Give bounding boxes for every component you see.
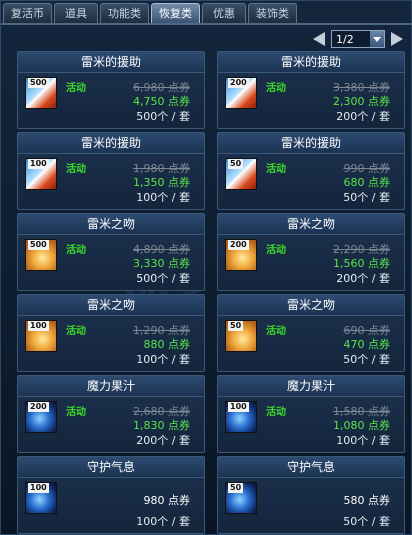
kiss-item-icon: 100 — [25, 320, 57, 352]
potion-item-icon: 500 — [25, 77, 57, 109]
item-stack-count: 200 — [228, 240, 249, 250]
sale-price: 1,350 点券 — [133, 176, 190, 189]
item-name: 雷米的援助 — [218, 52, 404, 73]
orb-item-icon: 100 — [25, 482, 57, 514]
item-name: 雷米的援助 — [18, 133, 204, 154]
orb-item-icon: 100 — [225, 401, 257, 433]
tab-decoration[interactable]: 装饰类 — [248, 3, 297, 23]
tab-function[interactable]: 功能类 — [100, 3, 149, 23]
item-stack-count: 500 — [28, 240, 49, 250]
item-name: 雷米之吻 — [18, 295, 204, 316]
sale-price: 3,330 点券 — [133, 257, 190, 270]
sale-price: 470 点券 — [343, 338, 391, 351]
sale-price: 2,300 点券 — [333, 95, 390, 108]
sale-price: 1,080 点券 — [333, 419, 390, 432]
sale-price: 680 点券 — [343, 176, 391, 189]
item-card[interactable]: 雷米的援助 500 活动 6,980 点券 4,750 点券 500个 / 套 — [17, 51, 205, 129]
item-stack-count: 100 — [228, 402, 249, 412]
tab-discount[interactable]: 优惠 — [202, 3, 246, 23]
item-quantity: 50个 / 套 — [343, 353, 390, 366]
item-quantity: 200个 / 套 — [136, 434, 190, 447]
category-tabs: 复活币 道具 功能类 恢复类 优惠 装饰类 — [3, 3, 297, 23]
item-name: 守护气息 — [18, 457, 204, 478]
item-stack-count: 50 — [228, 483, 244, 493]
item-quantity: 50个 / 套 — [343, 515, 390, 528]
item-stack-count: 100 — [28, 483, 49, 493]
item-name: 雷米之吻 — [218, 214, 404, 235]
item-card[interactable]: 魔力果汁 100 活动 1,580 点券 1,080 点券 100个 / 套 — [217, 375, 405, 453]
item-quantity: 100个 / 套 — [336, 434, 390, 447]
item-stack-count: 500 — [28, 78, 49, 88]
item-stack-count: 200 — [28, 402, 49, 412]
item-name: 魔力果汁 — [218, 376, 404, 397]
orb-item-icon: 200 — [25, 401, 57, 433]
dropdown-arrow-icon[interactable] — [370, 31, 384, 47]
item-stack-count: 200 — [228, 78, 249, 88]
item-stack-count: 100 — [28, 159, 49, 169]
kiss-item-icon: 50 — [225, 320, 257, 352]
item-name: 雷米之吻 — [218, 295, 404, 316]
item-stack-count: 50 — [228, 321, 244, 331]
shop-window: 复活币 道具 功能类 恢复类 优惠 装饰类 1/2 W3 雷米的援助500活动6… — [0, 0, 412, 535]
item-quantity: 500个 / 套 — [136, 272, 190, 285]
page-indicator: 1/2 — [336, 32, 354, 46]
item-card[interactable]: 雷米之吻 100 活动 1,290 点券 880 点券 100个 / 套 — [17, 294, 205, 372]
item-card[interactable]: 魔力果汁 200 活动 2,680 点券 1,830 点券 200个 / 套 — [17, 375, 205, 453]
orb-item-icon: 50 — [225, 482, 257, 514]
item-stack-count: 100 — [28, 321, 49, 331]
potion-item-icon: 100 — [25, 158, 57, 190]
sale-price: 1,830 点券 — [133, 419, 190, 432]
item-quantity: 100个 / 套 — [136, 515, 190, 528]
item-card[interactable]: 雷米的援助 100 活动 1,980 点券 1,350 点券 100个 / 套 — [17, 132, 205, 210]
kiss-item-icon: 500 — [25, 239, 57, 271]
tab-items[interactable]: 道具 — [54, 3, 98, 23]
item-card[interactable]: 雷米的援助 50 活动 990 点券 680 点券 50个 / 套 — [217, 132, 405, 210]
sale-price: 4,750 点券 — [133, 95, 190, 108]
kiss-item-icon: 200 — [225, 239, 257, 271]
item-card[interactable]: 雷米的援助 200 活动 3,380 点券 2,300 点券 200个 / 套 — [217, 51, 405, 129]
potion-item-icon: 50 — [225, 158, 257, 190]
item-name: 雷米的援助 — [18, 52, 204, 73]
item-price: 580 点券 — [343, 494, 391, 507]
item-quantity: 100个 / 套 — [136, 353, 190, 366]
sale-price: 1,560 点券 — [333, 257, 390, 270]
item-name: 雷米之吻 — [18, 214, 204, 235]
next-page-arrow-icon[interactable] — [391, 32, 403, 46]
item-grid: 雷米的援助 500 活动 6,980 点券 4,750 点券 500个 / 套雷米的援助 2… — [17, 51, 405, 534]
tab-divider — [1, 23, 412, 25]
item-name: 守护气息 — [218, 457, 404, 478]
item-quantity: 500个 / 套 — [136, 110, 190, 123]
item-card[interactable]: 雷米之吻 200 活动 2,290 点券 1,560 点券 200个 / 套 — [217, 213, 405, 291]
item-quantity: 200个 / 套 — [336, 110, 390, 123]
pager: 1/2 — [313, 30, 403, 48]
item-stack-count: 50 — [228, 159, 244, 169]
item-quantity: 100个 / 套 — [136, 191, 190, 204]
tab-recovery[interactable]: 恢复类 — [151, 3, 200, 23]
tab-revive-coin[interactable]: 复活币 — [3, 3, 52, 23]
item-price: 980 点券 — [143, 494, 191, 507]
page-select[interactable]: 1/2 — [331, 30, 385, 48]
item-name: 魔力果汁 — [18, 376, 204, 397]
sale-price: 880 点券 — [143, 338, 191, 351]
prev-page-arrow-icon[interactable] — [313, 32, 325, 46]
item-quantity: 50个 / 套 — [343, 191, 390, 204]
item-quantity: 200个 / 套 — [336, 272, 390, 285]
item-card[interactable]: 守护气息 50 580 点券 50个 / 套 — [217, 456, 405, 534]
item-card[interactable]: 雷米之吻 500 活动 4,890 点券 3,330 点券 500个 / 套 — [17, 213, 205, 291]
potion-item-icon: 200 — [225, 77, 257, 109]
item-card[interactable]: 守护气息 100 980 点券 100个 / 套 — [17, 456, 205, 534]
item-card[interactable]: 雷米之吻 50 活动 690 点券 470 点券 50个 / 套 — [217, 294, 405, 372]
item-name: 雷米的援助 — [218, 133, 404, 154]
